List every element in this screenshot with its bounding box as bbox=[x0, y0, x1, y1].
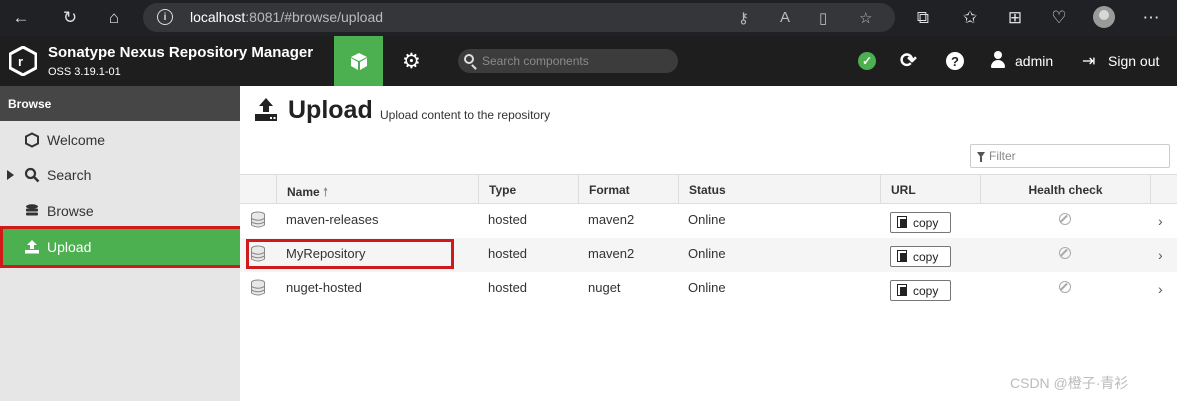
sidebar-item-welcome[interactable]: Welcome bbox=[0, 122, 240, 158]
cell-status: Online bbox=[688, 246, 726, 261]
chevron-right-icon[interactable]: › bbox=[1158, 281, 1163, 297]
user-icon[interactable] bbox=[990, 51, 1006, 69]
cell-type: hosted bbox=[488, 246, 528, 261]
favorites-icon[interactable]: ✩ bbox=[957, 5, 983, 31]
copy-url-button[interactable]: copy bbox=[890, 280, 951, 301]
copy-label: copy bbox=[913, 283, 939, 298]
column-header-health-check[interactable]: Health check bbox=[980, 175, 1150, 204]
admin-gear-icon[interactable]: ⚙ bbox=[402, 49, 421, 74]
brand-version: OSS 3.19.1-01 bbox=[48, 66, 121, 78]
hexagon-icon bbox=[25, 132, 39, 148]
filter-input[interactable] bbox=[989, 148, 1159, 164]
chevron-right-icon[interactable]: › bbox=[1158, 247, 1163, 263]
cube-icon bbox=[350, 53, 367, 70]
key-icon[interactable]: ⚷ bbox=[738, 9, 749, 27]
cell-status: Online bbox=[688, 212, 726, 227]
app-header: r Sonatype Nexus Repository Manager OSS … bbox=[0, 36, 1177, 86]
more-menu-icon[interactable]: ⋯ bbox=[1138, 5, 1164, 31]
svg-text:r: r bbox=[18, 54, 23, 69]
expand-arrow-icon[interactable] bbox=[7, 170, 14, 180]
system-status-icon[interactable]: ✓ bbox=[858, 52, 876, 70]
database-icon bbox=[251, 211, 265, 228]
column-header-name[interactable]: Name 🠕 bbox=[276, 175, 478, 204]
health-check-disabled-icon[interactable] bbox=[1059, 213, 1071, 225]
database-icon bbox=[26, 204, 38, 216]
extensions-icon[interactable]: ⧉ bbox=[910, 5, 936, 31]
highlight-box bbox=[246, 239, 454, 269]
column-header-status[interactable]: Status bbox=[678, 175, 880, 204]
column-header-end bbox=[1150, 175, 1177, 204]
database-icon bbox=[251, 279, 265, 296]
table-row[interactable]: maven-releases hosted maven2 Online copy… bbox=[240, 204, 1177, 238]
profile-avatar[interactable] bbox=[1093, 6, 1115, 28]
brand-title: Sonatype Nexus Repository Manager bbox=[48, 44, 314, 61]
upload-icon bbox=[255, 98, 277, 121]
cell-format: maven2 bbox=[588, 246, 635, 261]
copy-icon bbox=[897, 250, 907, 262]
read-aloud-icon[interactable]: A bbox=[780, 9, 790, 26]
sidebar-item-search[interactable]: Search bbox=[0, 157, 240, 193]
copy-url-button[interactable]: copy bbox=[890, 246, 951, 267]
sidebar-item-label: Browse bbox=[47, 203, 94, 219]
table-row[interactable]: nuget-hosted hosted nuget Online copy › bbox=[240, 272, 1177, 306]
watermark: CSDN @橙子·青衫 bbox=[1010, 375, 1129, 391]
url-path: :8081/#browse/upload bbox=[245, 9, 384, 25]
url-host: localhost bbox=[190, 9, 246, 25]
filter-box[interactable] bbox=[970, 144, 1170, 168]
cell-name: nuget-hosted bbox=[286, 280, 362, 295]
sidebar-item-browse[interactable]: Browse bbox=[0, 193, 240, 229]
cell-format: nuget bbox=[588, 280, 621, 295]
cell-type: hosted bbox=[488, 212, 528, 227]
info-icon[interactable]: i bbox=[157, 9, 173, 25]
sidebar-item-label: Welcome bbox=[47, 132, 106, 148]
refresh-icon[interactable]: ↻ bbox=[57, 5, 83, 31]
address-url[interactable]: localhost:8081/#browse/upload bbox=[190, 9, 383, 25]
search-icon bbox=[24, 167, 40, 183]
copy-icon bbox=[897, 284, 907, 296]
sign-out-icon[interactable]: ⇥ bbox=[1082, 51, 1095, 71]
sidebar-section-title: Browse bbox=[0, 86, 240, 121]
chevron-right-icon[interactable]: › bbox=[1158, 213, 1163, 229]
column-header-url[interactable]: URL bbox=[880, 175, 980, 204]
reader-view-icon[interactable]: ▯ bbox=[819, 9, 827, 27]
help-icon[interactable]: ? bbox=[946, 52, 964, 70]
copy-url-button[interactable]: copy bbox=[890, 212, 951, 233]
health-check-disabled-icon[interactable] bbox=[1059, 247, 1071, 259]
performance-icon[interactable]: ♡ bbox=[1046, 5, 1072, 31]
home-icon[interactable]: ⌂ bbox=[101, 5, 127, 31]
cell-status: Online bbox=[688, 280, 726, 295]
copy-label: copy bbox=[913, 249, 939, 264]
health-check-disabled-icon[interactable] bbox=[1059, 281, 1071, 293]
copy-label: copy bbox=[913, 215, 939, 230]
browse-mode-button[interactable] bbox=[334, 36, 383, 86]
address-bar[interactable]: i localhost:8081/#browse/upload ⚷ A ▯ ☆ bbox=[143, 3, 895, 32]
cell-format: maven2 bbox=[588, 212, 635, 227]
browser-toolbar: ← ↻ ⌂ i localhost:8081/#browse/upload ⚷ … bbox=[0, 0, 1177, 36]
column-header-format[interactable]: Format bbox=[578, 175, 678, 204]
search-input[interactable] bbox=[482, 52, 667, 70]
column-header-icon bbox=[240, 175, 276, 204]
table-header: Name 🠕 Type Format Status URL Health che… bbox=[240, 174, 1177, 204]
favorite-star-icon[interactable]: ☆ bbox=[859, 9, 872, 27]
column-header-type[interactable]: Type bbox=[478, 175, 578, 204]
sidebar-item-label: Search bbox=[47, 167, 92, 183]
back-icon[interactable]: ← bbox=[8, 5, 34, 31]
search-icon bbox=[464, 54, 474, 64]
user-name[interactable]: admin bbox=[1015, 53, 1053, 69]
cell-type: hosted bbox=[488, 280, 528, 295]
filter-icon bbox=[977, 152, 985, 162]
refresh-icon[interactable]: ⟳ bbox=[900, 48, 917, 73]
highlight-box bbox=[0, 226, 243, 268]
cell-name: maven-releases bbox=[286, 212, 379, 227]
page-title: Upload bbox=[288, 96, 373, 124]
sign-out-link[interactable]: Sign out bbox=[1108, 53, 1159, 69]
sort-asc-icon: 🠕 bbox=[323, 185, 329, 199]
page-subtitle: Upload content to the repository bbox=[380, 108, 551, 122]
collections-icon[interactable]: ⊞ bbox=[1002, 5, 1028, 31]
nexus-logo-icon: r bbox=[9, 46, 37, 76]
component-search[interactable] bbox=[458, 49, 678, 73]
copy-icon bbox=[897, 216, 907, 228]
column-label: Name bbox=[287, 185, 320, 199]
